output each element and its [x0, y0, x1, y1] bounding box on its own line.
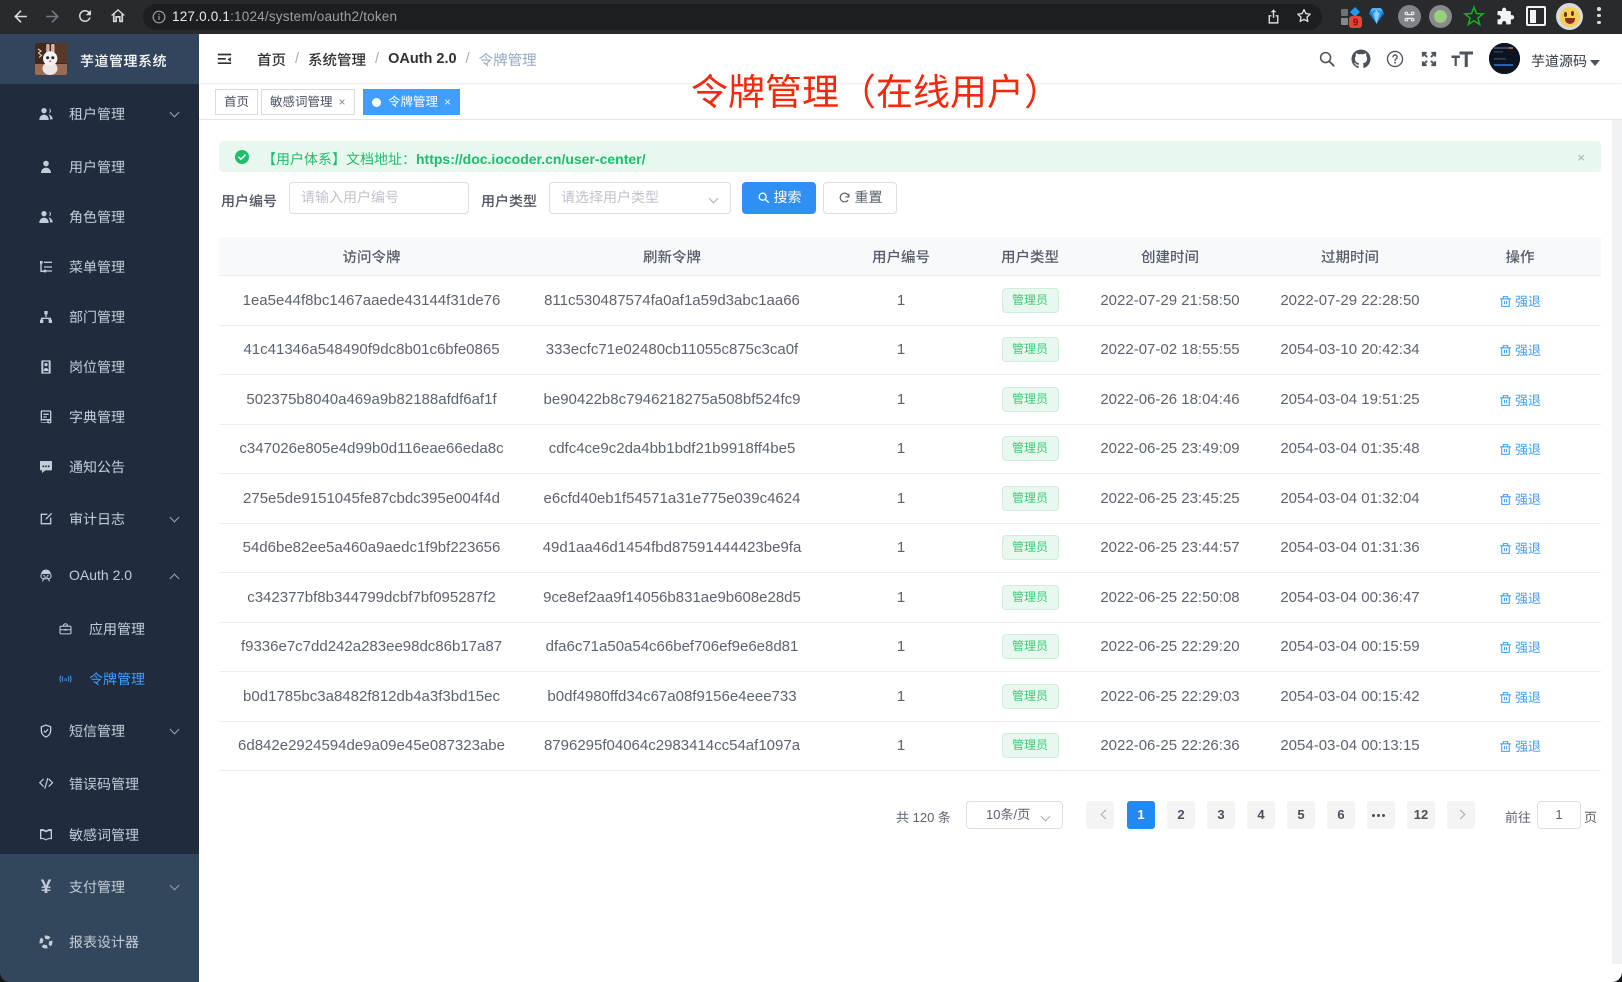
svg-text:9: 9 [1353, 18, 1359, 29]
svg-text:a: a [64, 677, 68, 683]
